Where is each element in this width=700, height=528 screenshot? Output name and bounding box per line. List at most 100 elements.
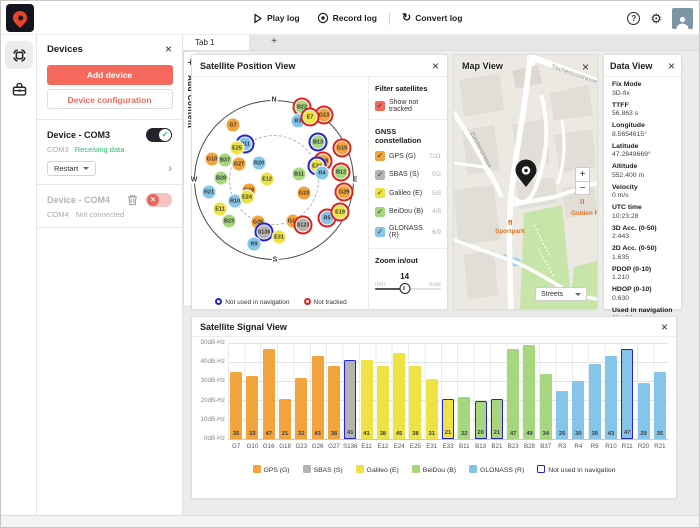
devices-panel-title: Devices — [47, 44, 83, 55]
close-icon[interactable]: × — [432, 60, 439, 72]
add-device-button[interactable]: Add device — [47, 65, 173, 85]
bar-slot-R21: 35 — [652, 372, 668, 439]
constellation-label: GLONASS (R) — [389, 225, 428, 239]
signal-bar-E33[interactable]: 21 — [442, 399, 454, 439]
chevron-down-icon — [83, 167, 89, 170]
close-icon[interactable]: × — [661, 321, 668, 333]
signal-bar-R9[interactable]: 39 — [589, 364, 601, 439]
device-com4-toggle[interactable]: × — [146, 193, 172, 207]
signal-bar-R11[interactable]: 47 — [621, 349, 633, 439]
field-label: 2D Acc. (0-50) — [612, 245, 673, 254]
satellite-G23: G23 — [297, 186, 312, 201]
signal-bar-E25[interactable]: 38 — [409, 366, 421, 439]
signal-bar-B37[interactable]: 34 — [540, 374, 552, 439]
signal-bar-R21[interactable]: 35 — [654, 372, 666, 439]
signal-bar-B21[interactable]: 21 — [491, 399, 503, 439]
legend-label: GPS (G) — [264, 467, 290, 474]
bar-slot-R4: 30 — [570, 381, 586, 439]
signal-bar-R4[interactable]: 30 — [572, 381, 584, 439]
signal-bar-G23[interactable]: 32 — [295, 378, 307, 439]
map-zoom-in-button[interactable]: + — [575, 167, 590, 181]
new-tab-button[interactable]: + — [259, 35, 289, 50]
signal-bar-B11[interactable]: 22 — [458, 397, 470, 439]
x-tick-label: R20 — [635, 443, 651, 450]
signal-bar-R20[interactable]: 29 — [638, 383, 650, 439]
x-tick-label: S136 — [342, 443, 358, 450]
bar-slot-B23: 47 — [505, 349, 521, 439]
signal-bar-G7[interactable]: 35 — [230, 372, 242, 439]
device-configuration-button[interactable]: Device configuration — [47, 89, 173, 109]
signal-bar-S136[interactable]: 41 — [344, 360, 356, 439]
x-tick-label: G18 — [277, 443, 293, 450]
data-field: Longitude8.5654615° — [612, 122, 673, 139]
play-log-label: Play log — [267, 13, 300, 23]
convert-log-button[interactable]: ↻ Convert log — [397, 9, 467, 28]
zoom-slider[interactable]: 14 min max — [375, 281, 441, 301]
constellation-row-R[interactable]: ✓GLONASS (R)6/9 — [375, 225, 441, 239]
chart-legend: GPS (G)SBAS (S)Galileo (E)BeiDou (B)GLON… — [192, 465, 676, 474]
x-tick-label: B28 — [521, 443, 537, 450]
devices-close-icon[interactable]: × — [165, 43, 172, 55]
constellation-row-G[interactable]: ✓GPS (G)7/11 — [375, 151, 441, 161]
restart-dropdown[interactable]: Restart — [47, 161, 96, 176]
constellation-count: 6/9 — [432, 229, 441, 236]
constellation-row-E[interactable]: ✓Galileo (E)5/8 — [375, 188, 441, 198]
constellation-row-S[interactable]: ✓SBAS (S)0/2 — [375, 170, 441, 180]
field-label: TTFF — [612, 102, 673, 111]
settings-gear-icon[interactable]: ⚙ — [650, 12, 662, 25]
show-not-tracked-checkbox[interactable]: ✓ Show not tracked — [375, 99, 441, 113]
signal-bar-B23[interactable]: 47 — [507, 349, 519, 439]
field-label: Latitude — [612, 143, 673, 152]
signal-bar-B28[interactable]: 49 — [523, 345, 535, 439]
bar-value: 22 — [458, 431, 470, 437]
trash-icon[interactable] — [127, 194, 138, 206]
constellation-row-B[interactable]: ✓BeiDou (B)4/8 — [375, 207, 441, 217]
bar-value: 45 — [393, 431, 405, 437]
nav-toolbox-icon[interactable] — [5, 75, 33, 103]
x-tick-label: E24 — [391, 443, 407, 450]
data-field: PDOP (0-10)1.210 — [612, 266, 673, 283]
signal-bar-G18[interactable]: 21 — [279, 399, 291, 439]
map-zoom-out-button[interactable]: − — [575, 181, 590, 195]
signal-bar-R3[interactable]: 25 — [556, 391, 568, 439]
signal-bar-G26[interactable]: 43 — [312, 356, 324, 439]
field-label: Altitude — [612, 163, 673, 172]
satellite-E25: E25 — [230, 141, 245, 156]
field-label: HDOP (0-10) — [612, 286, 673, 295]
log-actions: Play log Record log ↻ Convert log — [247, 1, 467, 35]
tab-1[interactable]: Tab 1 — [183, 35, 249, 50]
signal-bar-E31[interactable]: 31 — [426, 379, 438, 439]
user-avatar[interactable] — [672, 8, 693, 29]
signal-bar-B13[interactable]: 20 — [475, 401, 487, 439]
nav-devices-icon[interactable] — [5, 41, 33, 69]
help-icon[interactable]: ? — [627, 12, 640, 25]
record-log-button[interactable]: Record log — [312, 8, 382, 28]
close-icon[interactable]: × — [668, 60, 675, 72]
signal-bar-R10[interactable]: 43 — [605, 356, 617, 439]
signal-bar-E24[interactable]: 45 — [393, 353, 405, 439]
signal-bar-G27[interactable]: 38 — [328, 366, 340, 439]
y-tick-label: 20dB-Hz — [194, 397, 225, 404]
data-field: UTC time10:23:28 — [612, 204, 673, 221]
device-row-com4[interactable]: Device - COM4 × COM4 Not connected — [37, 184, 182, 228]
device-row-com3[interactable]: Device - COM3 ✓ COM3 Receiving data Rest… — [37, 119, 182, 184]
signal-bar-E11[interactable]: 41 — [361, 360, 373, 439]
signal-bar-G16[interactable]: 47 — [263, 349, 275, 439]
satellite-position-view-panel: Satellite Position View × N E S W Not us… — [191, 54, 448, 310]
map-layer-select[interactable]: Streets — [535, 287, 587, 301]
bar-value: 47 — [263, 431, 275, 437]
close-icon[interactable]: × — [582, 61, 589, 73]
play-log-button[interactable]: Play log — [247, 9, 305, 28]
x-tick-label: R3 — [554, 443, 570, 450]
constellation-label: BeiDou (B) — [389, 208, 423, 215]
device-status: Receiving data — [75, 145, 125, 154]
satellite-signal-view-panel: Satellite Signal View × 50dB-Hz40dB-Hz30… — [191, 316, 677, 499]
chevron-right-icon[interactable]: › — [168, 163, 172, 175]
poi-label: Sportpark — [495, 228, 525, 235]
slider-thumb[interactable] — [399, 283, 410, 294]
device-com3-toggle[interactable]: ✓ — [146, 128, 172, 142]
signal-bar-E12[interactable]: 38 — [377, 366, 389, 439]
legend-item-B: BeiDou (B) — [412, 465, 456, 474]
x-tick-label: B11 — [456, 443, 472, 450]
signal-bar-G10[interactable]: 33 — [246, 376, 258, 439]
